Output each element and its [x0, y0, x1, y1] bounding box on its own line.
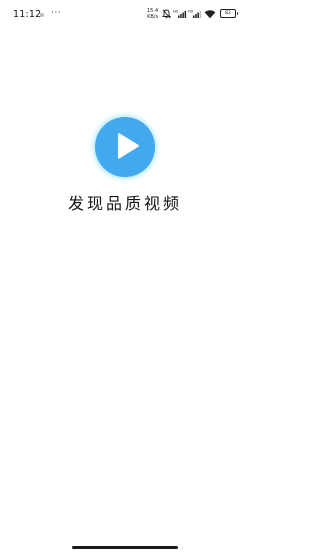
- silent-icon: [162, 9, 171, 19]
- network-speed: 15.4 KB/s: [147, 8, 159, 20]
- signal-icon-sim1: HD: [173, 10, 187, 18]
- status-time: 11:12: [13, 9, 42, 20]
- network-speed-unit: KB/s: [147, 13, 159, 20]
- svg-text:HD: HD: [173, 10, 179, 14]
- wifi-icon: [204, 10, 216, 19]
- notification-dot-icon: [40, 13, 44, 17]
- status-bar: 11:12 ··· 15.4 KB/s HD HD 82: [0, 0, 250, 30]
- splash-slogan: 发现品质视频: [67, 194, 182, 213]
- battery-icon: 82: [220, 9, 238, 18]
- splash-screen: 11:12 ··· 15.4 KB/s HD HD 82 发现品质视频: [0, 0, 250, 556]
- app-logo: [95, 117, 155, 177]
- battery-level: 82: [225, 10, 231, 16]
- svg-text:HD: HD: [188, 10, 194, 14]
- more-notifications-icon: ···: [51, 8, 62, 18]
- home-indicator[interactable]: [72, 546, 178, 549]
- play-icon: [118, 133, 139, 159]
- signal-icon-sim2: HD: [188, 10, 202, 18]
